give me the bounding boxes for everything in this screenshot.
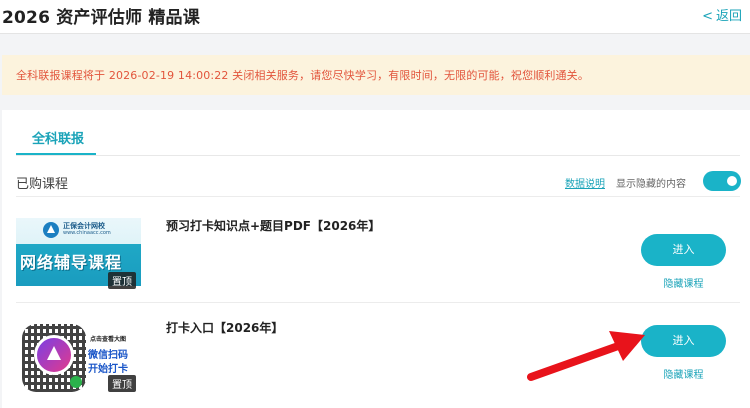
expiry-notice-text: 全科联报课程将于 2026-02-19 14:00:22 关闭相关服务，请您尽快…: [16, 69, 589, 82]
back-link[interactable]: < 返回: [702, 5, 742, 24]
course-title: 打卡入口【2026年】: [166, 321, 284, 335]
pin-badge: 置顶: [108, 272, 136, 289]
thumbnail-line-2: 开始打卡: [88, 364, 128, 375]
thumbnail-title: 网络辅导课程: [20, 253, 123, 272]
page-header: 2026 资产评估师 精品课 < 返回: [0, 0, 750, 34]
app-logo-icon: [34, 335, 74, 375]
annotation-arrow-icon: [527, 331, 645, 381]
back-label: 返回: [715, 9, 742, 24]
course-title: 预习打卡知识点+题目PDF【2026年】: [166, 219, 381, 233]
hide-course-link[interactable]: 隐藏课程: [641, 275, 726, 290]
pin-badge: 置顶: [108, 375, 136, 392]
course-item: 正保会计网校 www.chinaacc.com 网络辅导课程 置顶 预习打卡知识…: [16, 210, 740, 300]
expiry-notice: 全科联报课程将于 2026-02-19 14:00:22 关闭相关服务，请您尽快…: [2, 55, 750, 95]
thumbnail-hint: 点击查看大图: [90, 336, 127, 343]
enter-course-button[interactable]: 进入: [641, 325, 726, 357]
brand-logo-icon: [43, 222, 59, 238]
chevron-left-icon: <: [702, 9, 713, 24]
show-hidden-label: 显示隐藏的内容: [616, 179, 686, 190]
toggle-knob: [727, 176, 737, 186]
tab-divider: [16, 155, 740, 156]
thumbnail-url: www.chinaacc.com: [63, 230, 111, 236]
thumbnail-line-1: 微信扫码: [88, 350, 128, 361]
purchased-courses-heading: 已购课程: [16, 177, 69, 192]
data-explain-link[interactable]: 数据说明: [565, 175, 605, 190]
enter-course-button[interactable]: 进入: [641, 234, 726, 266]
tab-all-subjects[interactable]: 全科联报: [32, 128, 84, 147]
section-divider: [16, 196, 740, 197]
row-divider: [16, 302, 740, 303]
page-title: 2026 资产评估师 精品课: [2, 8, 200, 28]
hide-course-link[interactable]: 隐藏课程: [641, 366, 726, 381]
show-hidden-toggle[interactable]: [703, 171, 741, 191]
wechat-icon: [70, 376, 82, 388]
